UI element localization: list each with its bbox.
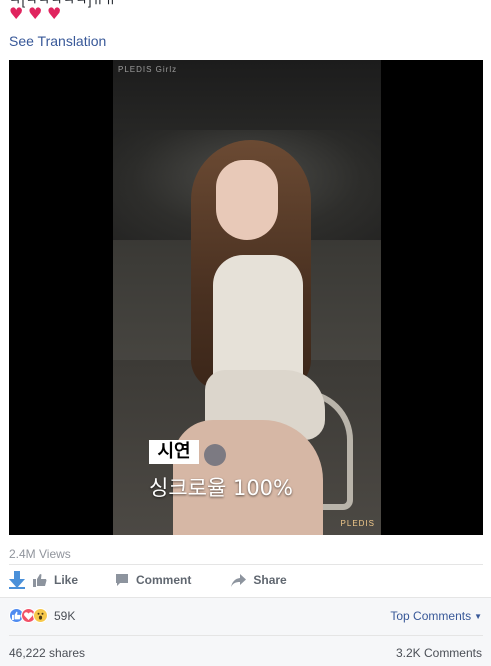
reaction-count: 59K xyxy=(54,608,76,623)
share-button[interactable]: Share xyxy=(231,573,287,587)
caret-down-icon: ▼ xyxy=(474,612,482,621)
comment-label: Comment xyxy=(136,573,192,587)
video-watermark-top: PLEDIS Girlz xyxy=(118,65,178,74)
thumbs-up-icon xyxy=(33,573,47,587)
like-label: Like xyxy=(54,573,79,587)
shares-count-link[interactable]: 46,222 shares xyxy=(9,646,85,660)
comments-count-link[interactable]: 3.2K Comments xyxy=(396,646,482,660)
video-caption: 싱크로율 100% xyxy=(149,476,293,500)
video-frame[interactable]: PLEDIS Girlz PLEDIS 시연 싱크로율 100% xyxy=(113,60,381,535)
hearts-row: ♥ ♥ ♥ xyxy=(9,4,63,23)
share-arrow-icon xyxy=(231,573,247,587)
reaction-icons[interactable]: 59K xyxy=(9,608,75,623)
top-comments-label: Top Comments xyxy=(390,609,472,623)
view-count: 2.4M Views xyxy=(9,547,71,561)
comment-button[interactable]: Comment xyxy=(115,573,191,587)
action-bar: Like Comment Share xyxy=(9,565,483,595)
post-text-area: ㅋ[ㅋㅋㅋㅋㅋ]ㅠㅠ ♥ ♥ ♥ See Translation xyxy=(0,0,491,60)
heart-icon: ♥ xyxy=(28,4,43,23)
video-player[interactable]: PLEDIS Girlz PLEDIS 시연 싱크로율 100% xyxy=(9,60,483,535)
see-translation-link[interactable]: See Translation xyxy=(9,33,106,49)
down-arrow-icon[interactable] xyxy=(9,571,25,589)
like-button[interactable]: Like xyxy=(33,573,78,587)
divider xyxy=(9,635,483,636)
person-top xyxy=(213,255,303,385)
heart-icon: ♥ xyxy=(47,4,62,23)
microphone xyxy=(204,444,226,466)
person-face xyxy=(216,160,278,240)
top-comments-dropdown[interactable]: Top Comments ▼ xyxy=(390,609,482,623)
video-name-tag: 시연 xyxy=(149,440,199,464)
wow-reaction-icon xyxy=(33,608,48,623)
reactions-summary: 59K Top Comments ▼ 46,222 shares 3.2K Com… xyxy=(0,597,491,666)
share-label: Share xyxy=(253,573,287,587)
video-watermark-bottom: PLEDIS xyxy=(340,519,375,528)
comment-icon xyxy=(115,573,129,587)
heart-icon: ♥ xyxy=(9,4,24,23)
